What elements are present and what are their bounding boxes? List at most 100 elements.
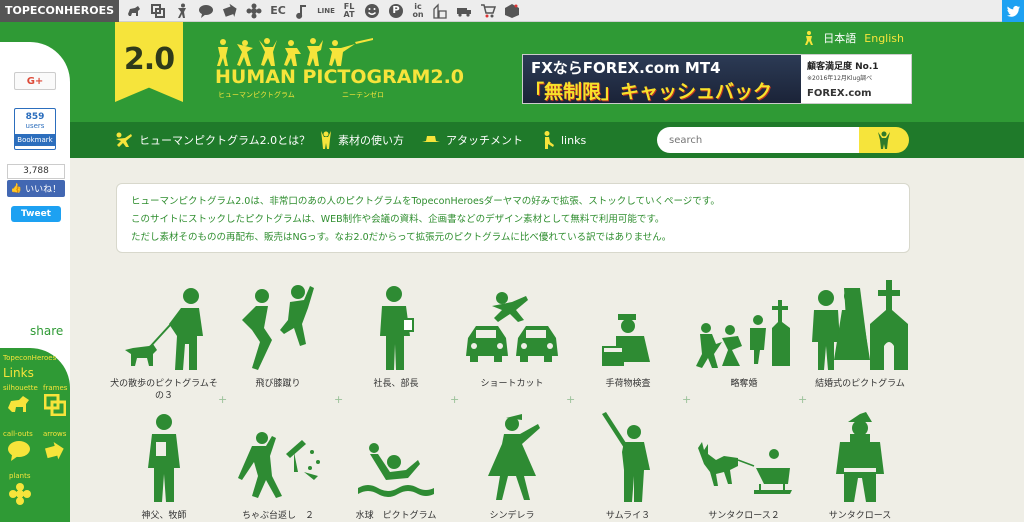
callout-icon[interactable] xyxy=(197,3,215,19)
silhouette-icon[interactable] xyxy=(125,3,143,19)
priest-pictogram-icon xyxy=(148,414,180,502)
search-input[interactable] xyxy=(657,127,859,153)
nav-links-label: links xyxy=(561,133,587,147)
pictogram-item[interactable]: サンタクロース２ xyxy=(688,412,800,522)
arrow-icon[interactable] xyxy=(221,3,239,19)
intro-line-3: ただし素材そのものの再配布、販売はNGっす。なお2.0だからって拡張元のピクトグ… xyxy=(131,232,672,243)
link-arrows-label[interactable]: arrows xyxy=(43,430,66,438)
top-bar: TOPECONHEROES EC LINE FL AT P ic on xyxy=(0,0,1024,22)
pictogram-item[interactable]: 犬の散歩のピクトグラムその３ xyxy=(108,280,220,402)
callout-link-icon[interactable] xyxy=(7,440,31,462)
share-label: share xyxy=(30,324,64,338)
pictogram-item[interactable]: 略奪婚 xyxy=(688,280,800,390)
logo-badge[interactable]: 2.0 xyxy=(115,22,183,102)
tweet-button[interactable]: Tweet xyxy=(11,206,61,222)
twitter-button[interactable] xyxy=(1002,0,1024,22)
nav-attachment[interactable]: アタッチメント xyxy=(422,122,523,158)
ad-headline: FXならFOREX.com MT4 xyxy=(531,59,721,77)
pictogram-caption: 略奪婚 xyxy=(730,379,758,389)
pictogram-item[interactable]: サンタクロース xyxy=(804,412,916,522)
hatena-bookmark-button[interactable]: 859 users Bookmark xyxy=(14,108,56,150)
flat-icon[interactable]: FL AT xyxy=(341,2,357,19)
running-man-icon xyxy=(116,132,132,147)
nav-about[interactable]: ヒューマンピクトグラム2.0とは？ xyxy=(115,122,310,158)
cinderella-pictogram-icon xyxy=(488,414,540,500)
separator-plus: + xyxy=(798,393,808,406)
pictogram-caption: ショートカット xyxy=(480,379,544,389)
gift-icon[interactable] xyxy=(503,3,521,19)
pictogram-item[interactable]: 神父、牧師 xyxy=(108,412,220,522)
pictogram-item[interactable]: 手荷物検査 xyxy=(572,280,684,390)
intro-line-1: ヒューマンピクトグラム2.0は、非常口のあの人のピクトグラムをTopeconHe… xyxy=(131,196,720,207)
pictogram-caption: シンデレラ xyxy=(489,511,535,521)
silhouette-link-icon[interactable] xyxy=(7,394,31,414)
ec-icon[interactable]: EC xyxy=(269,3,287,19)
separator-plus: + xyxy=(682,393,692,406)
cart-icon[interactable] xyxy=(479,3,497,19)
facebook-count: 3,788 xyxy=(7,164,65,179)
link-plants-label[interactable]: plants xyxy=(9,472,31,480)
nav-about-label: ヒューマンピクトグラム2.0とは？ xyxy=(139,134,311,147)
language-switch: 日本語 English xyxy=(803,30,904,46)
pictogram-item[interactable]: 水球 ピクトグラム xyxy=(340,412,452,522)
arrow-link-icon[interactable] xyxy=(44,440,66,462)
pictogram-item[interactable]: ショートカット xyxy=(456,280,568,390)
logo-number: 2.0 xyxy=(123,42,175,77)
human-icon[interactable] xyxy=(173,3,191,19)
parking-icon[interactable]: P xyxy=(387,3,405,19)
intro-box: ヒューマンピクトグラム2.0は、非常口のあの人のピクトグラムをTopeconHe… xyxy=(116,183,910,253)
link-frames-label[interactable]: frames xyxy=(43,384,67,392)
pictogram-caption: 社長、部長 xyxy=(373,379,419,389)
santa-claus-pictogram-icon xyxy=(836,412,884,502)
pictogram-caption: 犬の散歩のピクトグラムその３ xyxy=(110,379,218,401)
thumbs-up-icon: 👍 xyxy=(10,183,23,194)
logo-subtitle-jp2: ニーテンゼロ xyxy=(342,91,384,99)
logo-title: HUMAN PICTOGRAM2.0 xyxy=(215,66,465,88)
advertisement-banner[interactable]: FXならFOREX.com MT4 「無制限」キャッシュバック 顧客満足度 No… xyxy=(522,54,912,104)
plant-icon[interactable] xyxy=(245,3,263,19)
nav-links[interactable]: links xyxy=(543,122,586,158)
logo-figures-icon xyxy=(217,38,373,66)
pictogram-caption: 結婚式のピクトグラム xyxy=(815,379,905,389)
walking-man-icon xyxy=(805,31,814,45)
building-icon[interactable] xyxy=(431,2,449,19)
separator-plus: + xyxy=(218,393,228,406)
search-button[interactable] xyxy=(859,127,909,153)
links-title: Links xyxy=(3,366,34,380)
topeconheroes-logo[interactable]: TOPECONHEROES xyxy=(0,0,120,22)
pictogram-item[interactable]: 結婚式のピクトグラム xyxy=(804,280,916,390)
google-plus-button[interactable]: G+ xyxy=(14,72,56,90)
lang-japanese-link[interactable]: 日本語 xyxy=(823,30,856,46)
site-header: 2.0 HUMAN PICTOGRAM2.0 ヒューマンピクトグラム ニーテンゼ… xyxy=(0,22,1024,122)
lang-english-link[interactable]: English xyxy=(864,32,904,45)
ad-left-panel: FXならFOREX.com MT4 「無制限」キャッシュバック xyxy=(523,55,801,103)
shortcut-pictogram-icon xyxy=(466,292,558,362)
truck-icon[interactable] xyxy=(455,3,473,19)
link-callouts-label[interactable]: call-outs xyxy=(3,430,33,438)
nav-usage[interactable]: 素材の使い方 xyxy=(320,122,404,158)
frames-icon[interactable] xyxy=(149,3,167,19)
hatena-users-label: users xyxy=(25,122,45,130)
president-pictogram-icon xyxy=(380,286,414,370)
pictogram-item[interactable]: 社長、部長 xyxy=(340,280,452,390)
hatena-bookmark-label: Bookmark xyxy=(15,134,55,146)
links-man-icon xyxy=(544,131,554,149)
pictogram-caption: 飛び膝蹴り xyxy=(255,379,301,389)
plant-link-icon[interactable] xyxy=(8,482,32,506)
smile-icon[interactable] xyxy=(363,3,381,19)
icon-text-icon[interactable]: ic on xyxy=(411,2,425,19)
pictogram-item[interactable]: 飛び膝蹴り xyxy=(222,280,334,390)
pictogram-item[interactable]: シンデレラ xyxy=(456,412,568,522)
separator-plus: + xyxy=(334,393,344,406)
intro-line-2: このサイトにストックしたピクトグラムは、WEB制作や会議の資料、企画書などのデザ… xyxy=(131,214,665,225)
line-icon[interactable]: LINE xyxy=(317,3,335,19)
pictogram-caption: 神父、牧師 xyxy=(141,511,187,521)
frames-link-icon[interactable] xyxy=(44,394,66,416)
pictogram-item[interactable]: サムライ３ xyxy=(572,412,684,522)
separator-plus: + xyxy=(450,393,460,406)
water-polo-pictogram-icon xyxy=(358,443,434,497)
facebook-like-button[interactable]: 👍 いいね！ xyxy=(7,180,65,197)
link-silhouette-label[interactable]: silhouette xyxy=(3,384,38,392)
note-icon[interactable] xyxy=(293,3,311,19)
pictogram-item[interactable]: ちゃぶ台返し ２ xyxy=(222,412,334,522)
